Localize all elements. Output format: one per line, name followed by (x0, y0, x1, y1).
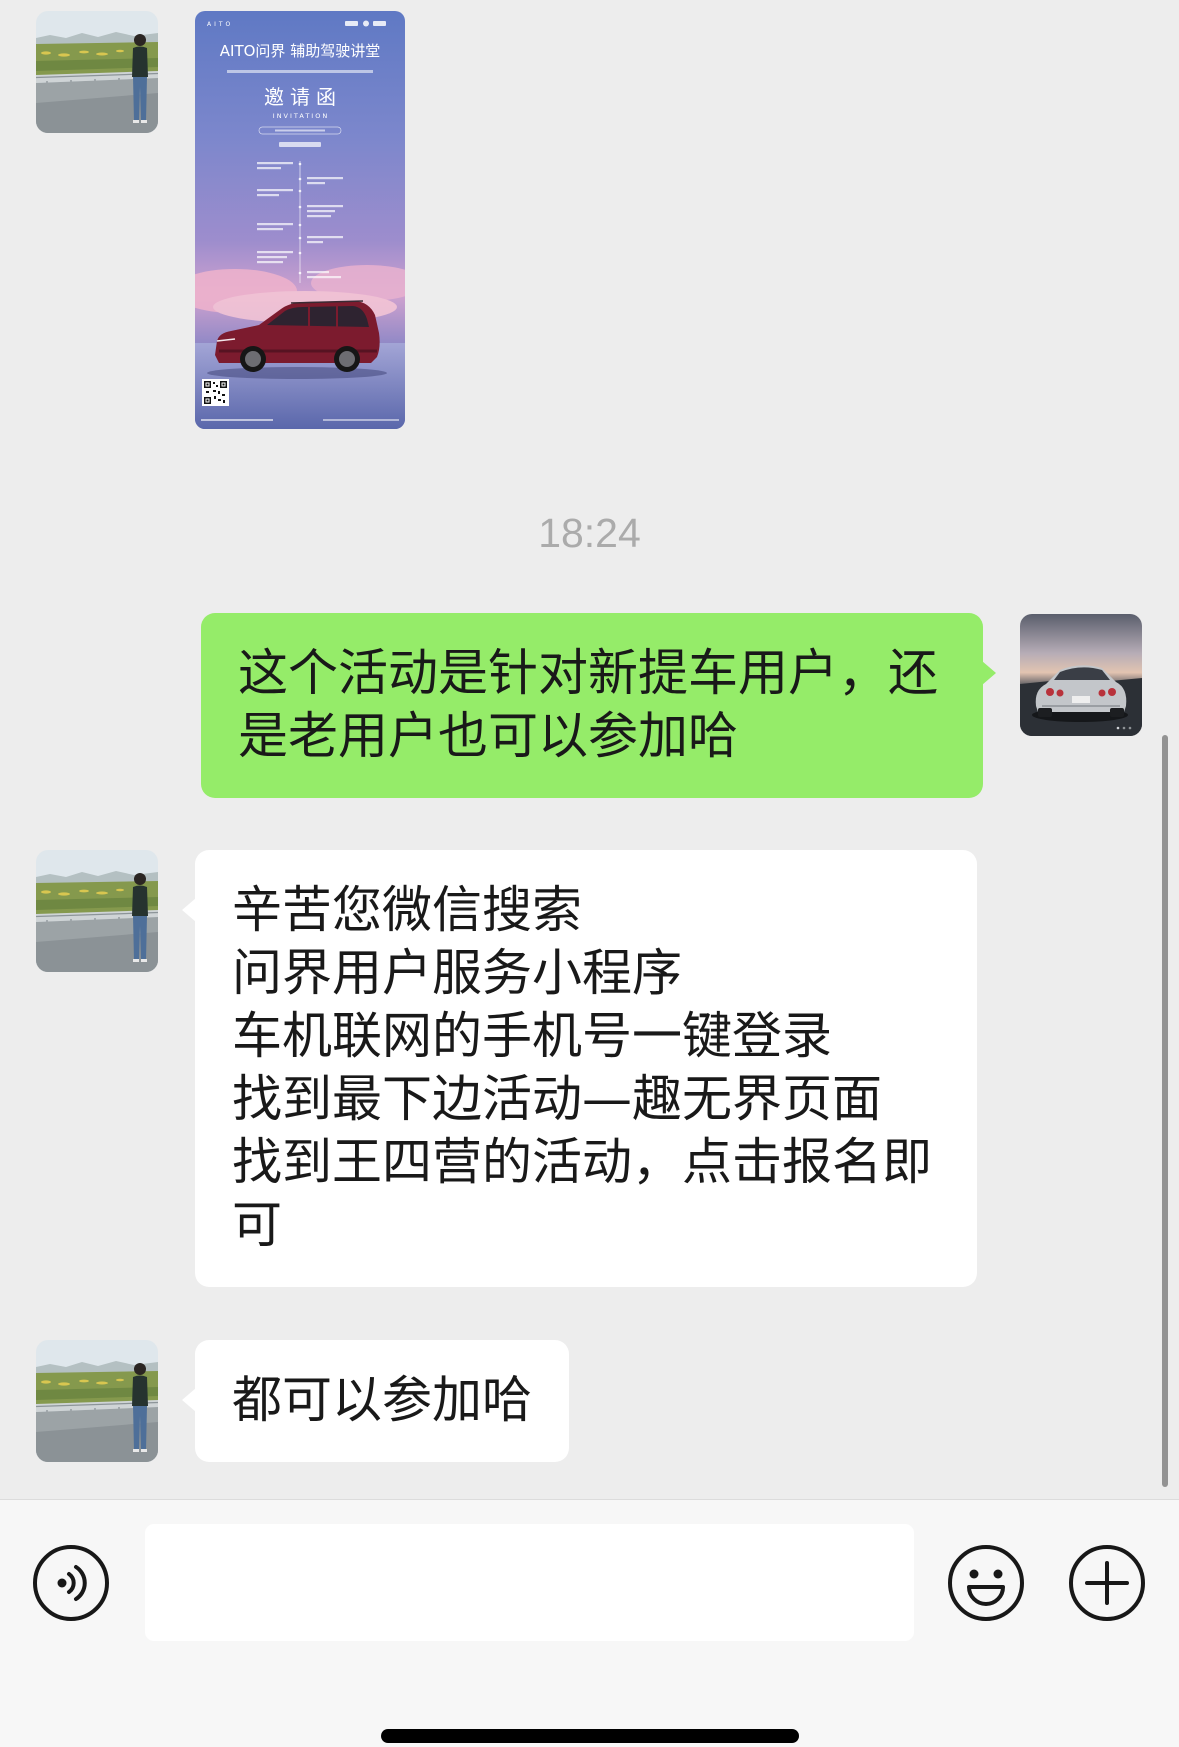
contact-avatar[interactable] (36, 11, 158, 133)
outgoing-message-text: 这个活动是针对新提车用户，还是老用户也可以参加哈 (238, 644, 938, 765)
my-avatar-picture (1020, 614, 1142, 736)
chat-input-bar (0, 1499, 1179, 1747)
home-indicator[interactable] (381, 1729, 799, 1743)
emoji-button[interactable] (946, 1543, 1026, 1623)
bubble-tail (982, 661, 996, 685)
outgoing-message-bubble[interactable]: 这个活动是针对新提车用户，还是老用户也可以参加哈 (201, 613, 996, 798)
message-line: 问界用户服务小程序 (232, 944, 682, 1002)
bubble-tail (182, 898, 196, 922)
poster-subtitle-line (227, 70, 373, 73)
my-avatar[interactable] (1020, 614, 1142, 736)
incoming-message-bubble[interactable]: 辛苦您微信搜索 问界用户服务小程序 车机联网的手机号一键登录 找到最下边活动—趣… (182, 850, 977, 1287)
poster-partner-logos (345, 20, 386, 27)
contact-avatar[interactable] (36, 1340, 158, 1462)
poster-qr-code (202, 379, 229, 406)
contact-avatar-picture (36, 11, 158, 133)
poster-heading-en: INVITATION (273, 112, 329, 120)
more-button[interactable] (1067, 1543, 1147, 1623)
emoji-icon (948, 1545, 1024, 1621)
voice-button[interactable] (31, 1543, 111, 1623)
chat-scrollbar[interactable] (1162, 735, 1168, 1487)
message-input[interactable] (145, 1524, 914, 1641)
contact-avatar-picture (36, 850, 158, 972)
plus-icon (1069, 1545, 1145, 1621)
message-line: 辛苦您微信搜索 (232, 881, 582, 939)
invitation-image-message[interactable]: AITO AITO问界 辅助驾驶讲堂 邀请函 INVITATION (195, 11, 405, 429)
poster-brand-mark: AITO (207, 21, 233, 28)
contact-avatar[interactable] (36, 850, 158, 972)
message-line: 找到最下边活动—趣无界页面 (232, 1070, 882, 1128)
chat-message-area[interactable]: AITO AITO问界 辅助驾驶讲堂 邀请函 INVITATION 18:24 … (0, 0, 1179, 1499)
bubble-tail (182, 1388, 196, 1412)
poster-title: AITO问界 辅助驾驶讲堂 (220, 42, 380, 60)
voice-icon (33, 1545, 109, 1621)
poster-heading: 邀请函 (264, 85, 342, 109)
incoming-message-bubble[interactable]: 都可以参加哈 (182, 1340, 569, 1462)
message-line: 车机联网的手机号一键登录 (232, 1007, 832, 1065)
contact-avatar-picture (36, 1340, 158, 1462)
message-timestamp: 18:24 (538, 510, 641, 556)
incoming-message-text: 都可以参加哈 (232, 1371, 532, 1429)
wechat-chat-screen: { "colors": { "chat_background": "#edede… (0, 0, 1179, 1747)
message-line: 找到王四营的活动，点击报名即可 (232, 1133, 932, 1254)
invitation-poster: AITO AITO问界 辅助驾驶讲堂 邀请函 INVITATION (195, 11, 405, 429)
